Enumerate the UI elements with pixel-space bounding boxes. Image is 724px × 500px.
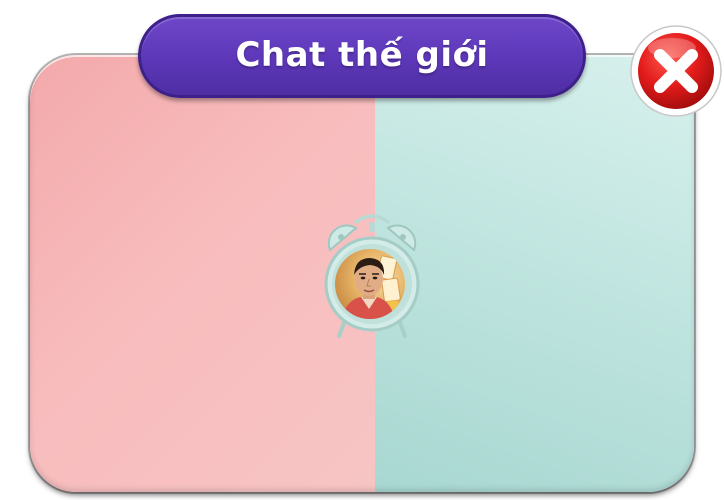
page-title: Chat thế giới (235, 35, 489, 75)
panel-right-half (375, 55, 694, 492)
avatar[interactable] (335, 249, 405, 319)
close-button[interactable] (629, 24, 723, 118)
alarm-clock-icon (322, 212, 422, 344)
title-banner: Chat thế giới (138, 14, 586, 98)
close-icon (630, 25, 722, 117)
